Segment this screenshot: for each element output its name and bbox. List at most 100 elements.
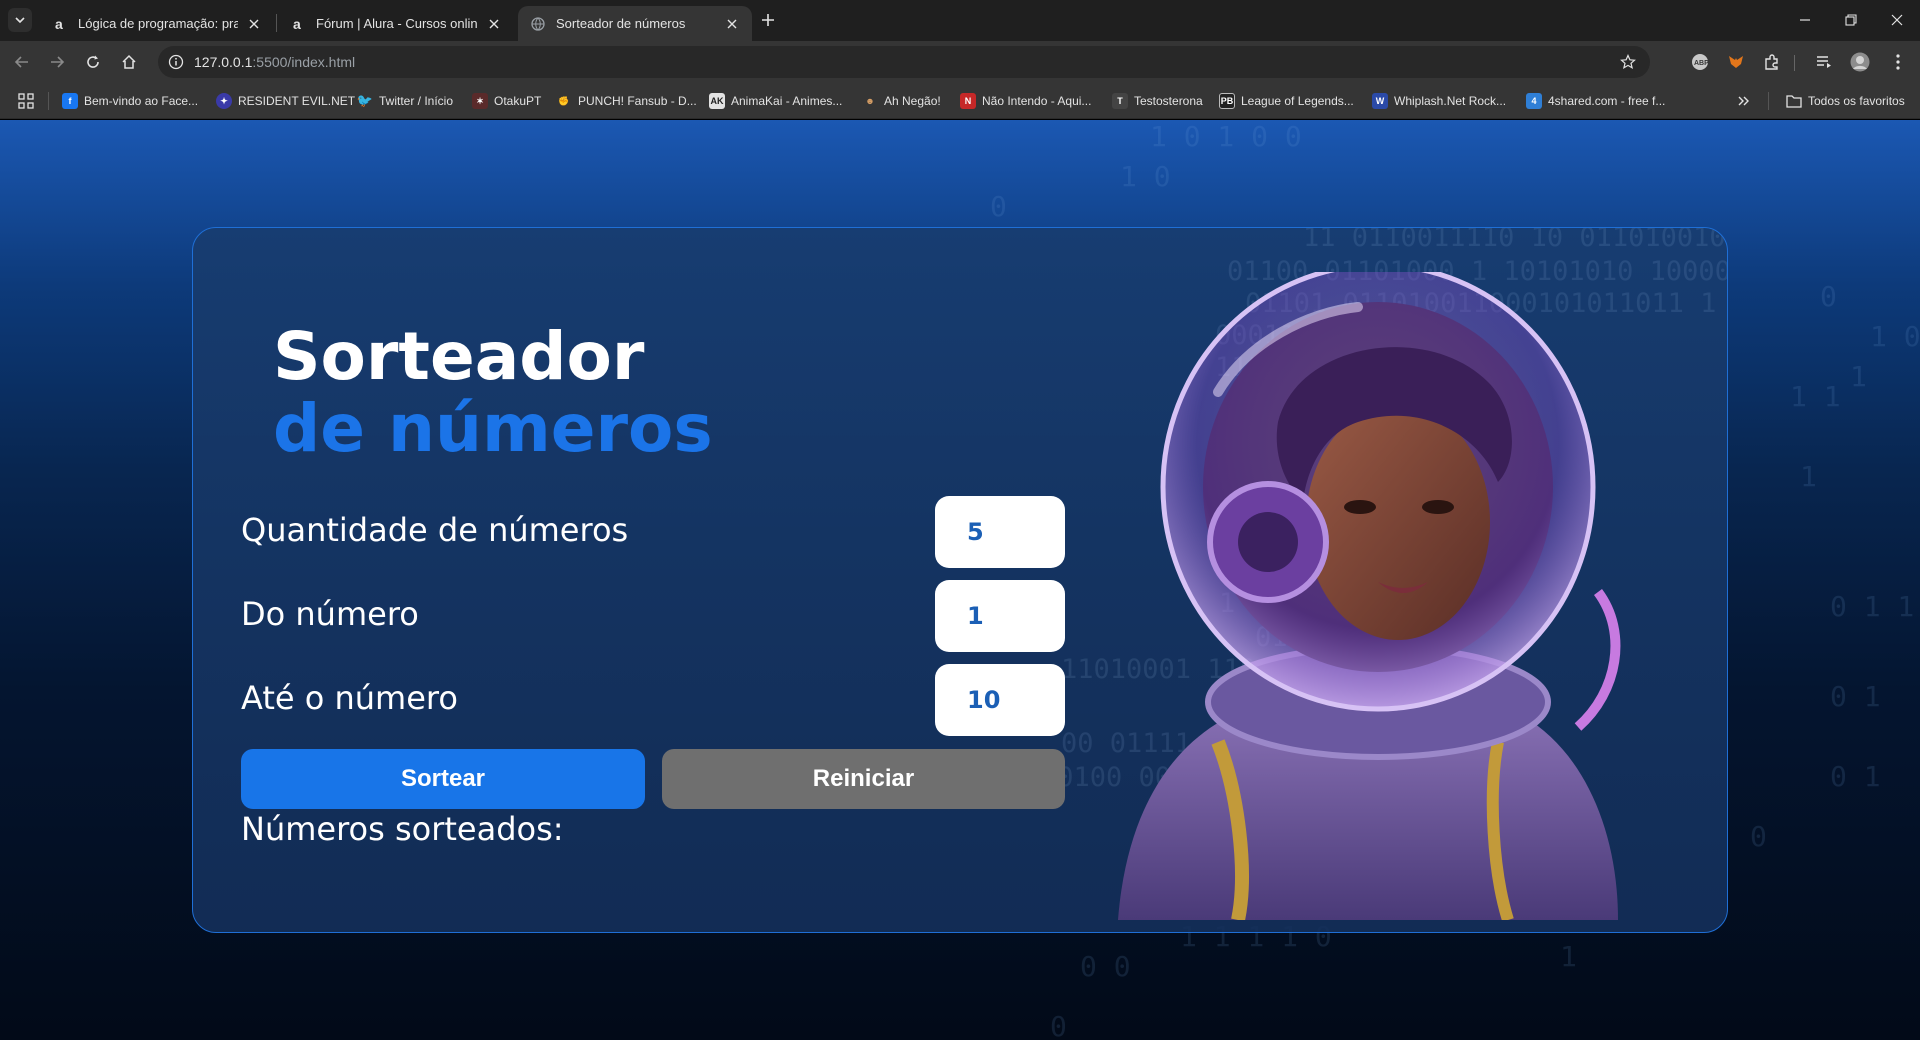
nao-intendo-icon: N	[960, 93, 976, 109]
bookmark-resident-evil[interactable]: ✦ RESIDENT EVIL.NET	[216, 91, 355, 111]
league-icon: PB	[1219, 93, 1235, 109]
bookmark-facebook[interactable]: f Bem-vindo ao Face...	[62, 91, 198, 111]
restore-button[interactable]	[1828, 0, 1874, 40]
toolbar-divider	[1794, 55, 1795, 71]
tab-title: Fórum | Alura - Cursos online d	[316, 16, 478, 31]
close-window-button[interactable]	[1874, 0, 1920, 40]
bookmark-label: Bem-vindo ao Face...	[84, 94, 199, 108]
extension-adblock-button[interactable]: ABP	[1688, 50, 1712, 74]
tab-title: Sorteador de números	[556, 16, 686, 31]
tab-logica[interactable]: a Lógica de programação: pratica	[40, 6, 274, 41]
ate-numero-input[interactable]: 10	[935, 664, 1065, 736]
minimize-icon	[1800, 19, 1810, 21]
quantidade-label: Quantidade de números	[241, 511, 629, 549]
alura-favicon-icon: a	[290, 16, 306, 32]
page-title: Sorteador de números	[273, 321, 713, 465]
apps-grid-icon	[18, 93, 34, 109]
reload-button[interactable]	[81, 50, 105, 74]
kebab-menu-icon	[1896, 54, 1900, 70]
restore-icon	[1845, 14, 1857, 26]
quantidade-input[interactable]: 5	[935, 496, 1065, 568]
do-numero-input[interactable]: 1	[935, 580, 1065, 652]
otakupt-icon: ✶	[472, 93, 488, 109]
media-controls-button[interactable]	[1812, 50, 1836, 74]
browser-toolbar: 127.0.0.1:5500/index.html ABP	[0, 41, 1920, 83]
bookmark-league-of-legends[interactable]: PB League of Legends...	[1219, 91, 1354, 111]
bookmark-label: PUNCH! Fansub - D...	[578, 94, 697, 108]
bookmark-star-button[interactable]	[1616, 50, 1640, 74]
bookmark-testosterona[interactable]: T Testosterona	[1112, 91, 1203, 111]
playlist-icon	[1817, 56, 1831, 68]
all-bookmarks-folder[interactable]: Todos os favoritos	[1786, 91, 1905, 111]
plus-icon	[762, 14, 774, 26]
bookmark-4shared[interactable]: 4 4shared.com - free f...	[1526, 91, 1665, 111]
tab-forum[interactable]: a Fórum | Alura - Cursos online d	[278, 6, 514, 41]
home-icon	[122, 54, 136, 69]
bookmark-label: Todos os favoritos	[1808, 94, 1905, 108]
close-icon[interactable]	[724, 16, 740, 32]
close-icon	[1891, 14, 1903, 26]
arrow-right-icon	[51, 56, 65, 68]
do-numero-label: Do número	[241, 595, 419, 633]
bookmark-label: League of Legends...	[1241, 94, 1354, 108]
new-tab-button[interactable]	[758, 10, 778, 30]
bookmark-nao-intendo[interactable]: N Não Intendo - Aqui...	[960, 91, 1091, 111]
ah-negao-icon: ☻	[865, 96, 875, 106]
numeros-sorteados-label: Números sorteados:	[241, 810, 564, 848]
animakai-icon: AK	[709, 93, 725, 109]
twitter-bird-icon: 🐦	[356, 93, 374, 108]
home-button[interactable]	[117, 50, 141, 74]
sortear-button[interactable]: Sortear	[241, 749, 645, 809]
close-icon[interactable]	[246, 16, 262, 32]
minimize-button[interactable]	[1782, 0, 1828, 40]
forward-button[interactable]	[45, 50, 69, 74]
bookmark-label: OtakuPT	[494, 94, 542, 108]
double-chevron-right-icon	[1738, 96, 1749, 106]
close-icon[interactable]	[486, 16, 502, 32]
extension-metamask-button[interactable]	[1724, 50, 1748, 74]
url-path: :5500/index.html	[252, 54, 356, 70]
globe-icon	[530, 16, 546, 32]
back-button[interactable]	[10, 50, 34, 74]
extensions-button[interactable]	[1760, 50, 1784, 74]
bookmark-label: AnimaKai - Animes...	[731, 94, 843, 108]
4shared-icon: 4	[1526, 93, 1542, 109]
tab-divider	[276, 14, 277, 32]
punch-icon: ✊	[558, 95, 570, 106]
bookmark-otakupt[interactable]: ✶ OtakuPT	[472, 91, 541, 111]
reiniciar-button[interactable]: Reiniciar	[662, 749, 1065, 809]
browser-tab-strip: a Lógica de programação: pratica a Fórum…	[0, 0, 1920, 41]
reload-icon	[87, 55, 99, 68]
profile-avatar-button[interactable]	[1848, 50, 1872, 74]
bookmark-label: Ah Negão!	[884, 94, 941, 108]
page-viewport: 1 0 1 0 0 1 0 0 0 1 0 1 1 1 1 0 1 1 0 1 …	[0, 120, 1920, 1040]
apps-button[interactable]	[18, 91, 34, 111]
svg-text:ABP: ABP	[1694, 60, 1709, 67]
tab-search-button[interactable]	[8, 8, 32, 32]
bookmark-label: 4shared.com - free f...	[1548, 94, 1666, 108]
more-bookmarks-button[interactable]	[1737, 91, 1751, 111]
alura-favicon-icon: a	[52, 16, 68, 32]
whiplash-icon: W	[1372, 93, 1388, 109]
browser-menu-button[interactable]	[1886, 50, 1910, 74]
site-info-icon[interactable]	[164, 50, 188, 74]
bookmark-twitter[interactable]: 🐦 Twitter / Início	[357, 91, 453, 111]
arrow-left-icon	[14, 56, 28, 68]
url-text[interactable]: 127.0.0.1:5500/index.html	[194, 54, 355, 70]
bookmark-punch-fansub[interactable]: ✊ PUNCH! Fansub - D...	[556, 91, 697, 111]
tab-title: Lógica de programação: pratica	[78, 16, 238, 31]
bookmark-ah-negao[interactable]: ☻ Ah Negão!	[862, 91, 941, 111]
bookmark-label: Twitter / Início	[379, 94, 454, 108]
tab-sorteador[interactable]: Sorteador de números	[518, 6, 752, 41]
ate-numero-label: Até o número	[241, 679, 458, 717]
bookmark-label: Whiplash.Net Rock...	[1394, 94, 1507, 108]
chevron-down-icon	[15, 17, 25, 24]
astronaut-illustration	[1118, 272, 1621, 920]
bookmark-animakai[interactable]: AK AnimaKai - Animes...	[709, 91, 842, 111]
address-bar[interactable]: 127.0.0.1:5500/index.html	[158, 46, 1650, 78]
bookmark-whiplash[interactable]: W Whiplash.Net Rock...	[1372, 91, 1506, 111]
facebook-icon: f	[62, 93, 78, 109]
bookmark-label: Testosterona	[1134, 94, 1203, 108]
svg-text:a: a	[55, 16, 63, 32]
puzzle-icon	[1765, 54, 1778, 70]
